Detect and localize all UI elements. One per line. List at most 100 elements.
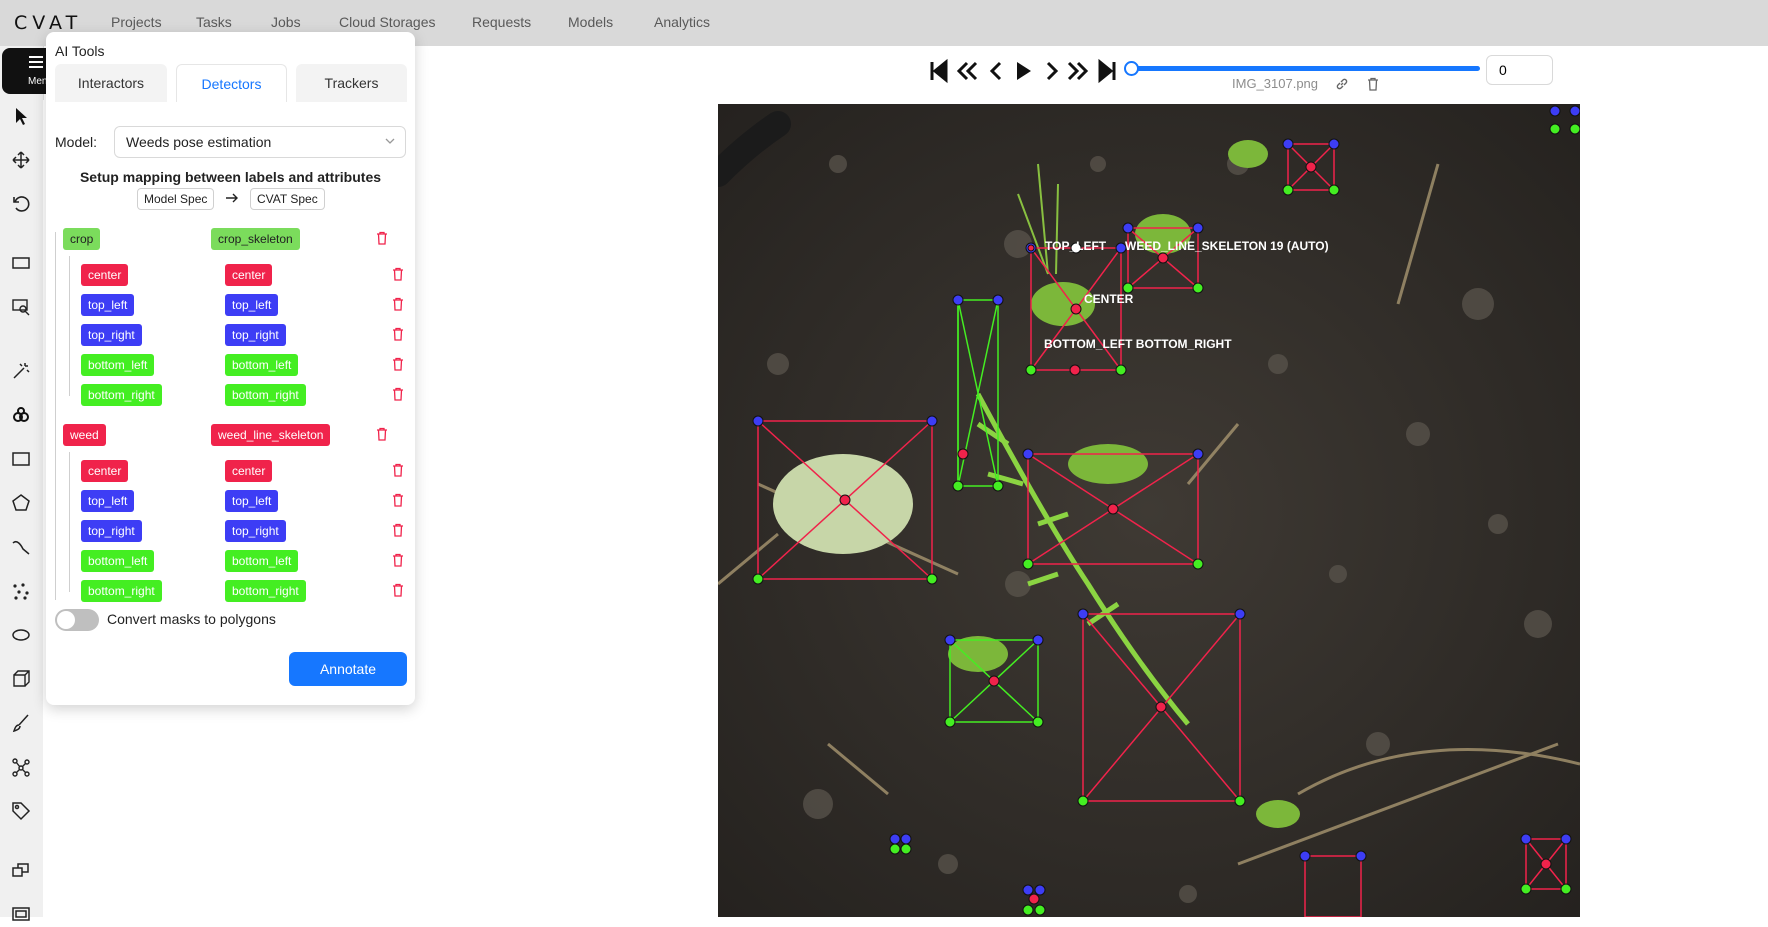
nav-requests[interactable]: Requests: [472, 14, 531, 30]
crop-point-top-left[interactable]: top_left: [81, 294, 135, 316]
play-icon[interactable]: [1012, 58, 1034, 84]
frame-slider-handle[interactable]: [1124, 61, 1139, 76]
weed-target-top-right[interactable]: top_right: [225, 520, 286, 542]
brush-icon[interactable]: [8, 710, 34, 736]
cuboid-icon[interactable]: [8, 666, 34, 692]
annotation-image[interactable]: TOP_LEFT WEED_LINE_SKELETON 19 (AUTO) CE…: [718, 104, 1580, 917]
hamburger-icon: [29, 56, 43, 68]
mapping-title: Setup mapping between labels and attribu…: [79, 169, 382, 185]
tab-detectors[interactable]: Detectors: [176, 64, 287, 102]
tree-line: [55, 404, 56, 600]
rotate-icon[interactable]: [8, 191, 34, 217]
canvas-label-skeleton: WEED_LINE_SKELETON 19 (AUTO): [1125, 239, 1329, 253]
points-icon[interactable]: [8, 578, 34, 604]
delete-icon[interactable]: [391, 267, 405, 281]
delete-icon[interactable]: [391, 493, 405, 507]
fast-back-icon[interactable]: [956, 58, 978, 84]
link-icon[interactable]: [1335, 77, 1349, 91]
ai-tools-panel: AI Tools Interactors Detectors Trackers …: [46, 32, 415, 705]
model-label: Model:: [55, 134, 98, 150]
magic-wand-icon[interactable]: [8, 358, 34, 384]
merge-icon[interactable]: [8, 857, 34, 883]
ellipse-icon[interactable]: [8, 622, 34, 648]
canvas-label-top-left: TOP_LEFT: [1045, 239, 1107, 253]
cvat-label-weed-line-skeleton[interactable]: weed_line_skeleton: [211, 424, 331, 446]
crop-point-bottom-right[interactable]: bottom_right: [81, 384, 162, 406]
convert-masks-toggle[interactable]: [55, 609, 99, 631]
cvat-logo[interactable]: CVAT: [14, 12, 82, 34]
weed-point-top-left[interactable]: top_left: [81, 490, 135, 512]
tag-icon[interactable]: [8, 798, 34, 824]
delete-icon[interactable]: [375, 231, 389, 245]
frame-slider[interactable]: [1128, 66, 1480, 71]
next-frame-icon[interactable]: [1041, 58, 1063, 84]
move-icon[interactable]: [8, 147, 34, 173]
delete-icon[interactable]: [391, 297, 405, 311]
weed-target-top-left[interactable]: top_left: [225, 490, 279, 512]
delete-icon[interactable]: [391, 387, 405, 401]
nav-analytics[interactable]: Analytics: [654, 14, 710, 30]
menu-button[interactable]: Menu: [2, 48, 53, 94]
model-spec-label: Model Spec: [137, 188, 215, 210]
nav-tasks[interactable]: Tasks: [196, 14, 232, 30]
polygon-icon[interactable]: [8, 490, 34, 516]
crop-target-center[interactable]: center: [225, 264, 273, 286]
zoom-region-icon[interactable]: [8, 294, 34, 320]
weed-point-bottom-right[interactable]: bottom_right: [81, 580, 162, 602]
weed-target-center[interactable]: center: [225, 460, 273, 482]
last-frame-icon[interactable]: [1096, 58, 1118, 84]
tree-line: [69, 452, 70, 592]
weed-point-center[interactable]: center: [81, 460, 129, 482]
polyline-icon[interactable]: [8, 534, 34, 560]
tab-interactors[interactable]: Interactors: [55, 64, 167, 102]
cvat-label-crop-skeleton[interactable]: crop_skeleton: [211, 228, 300, 250]
delete-frame-icon[interactable]: [1366, 77, 1380, 91]
weed-target-bottom-right[interactable]: bottom_right: [225, 580, 306, 602]
fit-image-icon[interactable]: [8, 250, 34, 276]
arrow-right-icon: [226, 193, 238, 203]
delete-icon[interactable]: [391, 357, 405, 371]
tree-line: [69, 256, 70, 396]
first-frame-icon[interactable]: [928, 58, 950, 84]
delete-icon[interactable]: [391, 463, 405, 477]
delete-icon[interactable]: [375, 427, 389, 441]
crop-target-bottom-left[interactable]: bottom_left: [225, 354, 299, 376]
openvino-icon[interactable]: [8, 402, 34, 428]
panel-title: AI Tools: [55, 43, 105, 59]
crop-point-top-right[interactable]: top_right: [81, 324, 142, 346]
weed-point-bottom-left[interactable]: bottom_left: [81, 550, 155, 572]
crop-target-top-left[interactable]: top_left: [225, 294, 279, 316]
weed-point-top-right[interactable]: top_right: [81, 520, 142, 542]
nav-models[interactable]: Models: [568, 14, 613, 30]
model-label-weed[interactable]: weed: [63, 424, 106, 446]
crop-target-bottom-right[interactable]: bottom_right: [225, 384, 306, 406]
fast-forward-icon[interactable]: [1067, 58, 1089, 84]
controls-sidebar: [0, 46, 44, 921]
frame-filename: IMG_3107.png: [1232, 76, 1319, 91]
prev-frame-icon[interactable]: [985, 58, 1007, 84]
rectangle-icon[interactable]: [8, 446, 34, 472]
nav-cloud-storages[interactable]: Cloud Storages: [339, 14, 436, 30]
crop-point-bottom-left[interactable]: bottom_left: [81, 354, 155, 376]
cursor-icon[interactable]: [8, 103, 34, 129]
frame-number-input[interactable]: 0: [1486, 55, 1553, 85]
crop-point-center[interactable]: center: [81, 264, 129, 286]
canvas-label-center: CENTER: [1084, 292, 1134, 306]
weed-target-bottom-left[interactable]: bottom_left: [225, 550, 299, 572]
crop-target-top-right[interactable]: top_right: [225, 324, 286, 346]
nav-jobs[interactable]: Jobs: [271, 14, 301, 30]
delete-icon[interactable]: [391, 523, 405, 537]
delete-icon[interactable]: [391, 583, 405, 597]
delete-icon[interactable]: [391, 327, 405, 341]
convert-masks-label: Convert masks to polygons: [107, 611, 276, 627]
cvat-spec-label: CVAT Spec: [250, 188, 325, 210]
chevron-down-icon: [385, 138, 395, 144]
group-icon[interactable]: [8, 901, 34, 927]
model-select[interactable]: Weeds pose estimation: [114, 126, 406, 158]
delete-icon[interactable]: [391, 553, 405, 567]
tab-trackers[interactable]: Trackers: [296, 64, 407, 102]
skeleton-icon[interactable]: [8, 754, 34, 780]
nav-projects[interactable]: Projects: [111, 14, 162, 30]
model-label-crop[interactable]: crop: [63, 228, 101, 250]
annotate-button[interactable]: Annotate: [289, 652, 407, 686]
